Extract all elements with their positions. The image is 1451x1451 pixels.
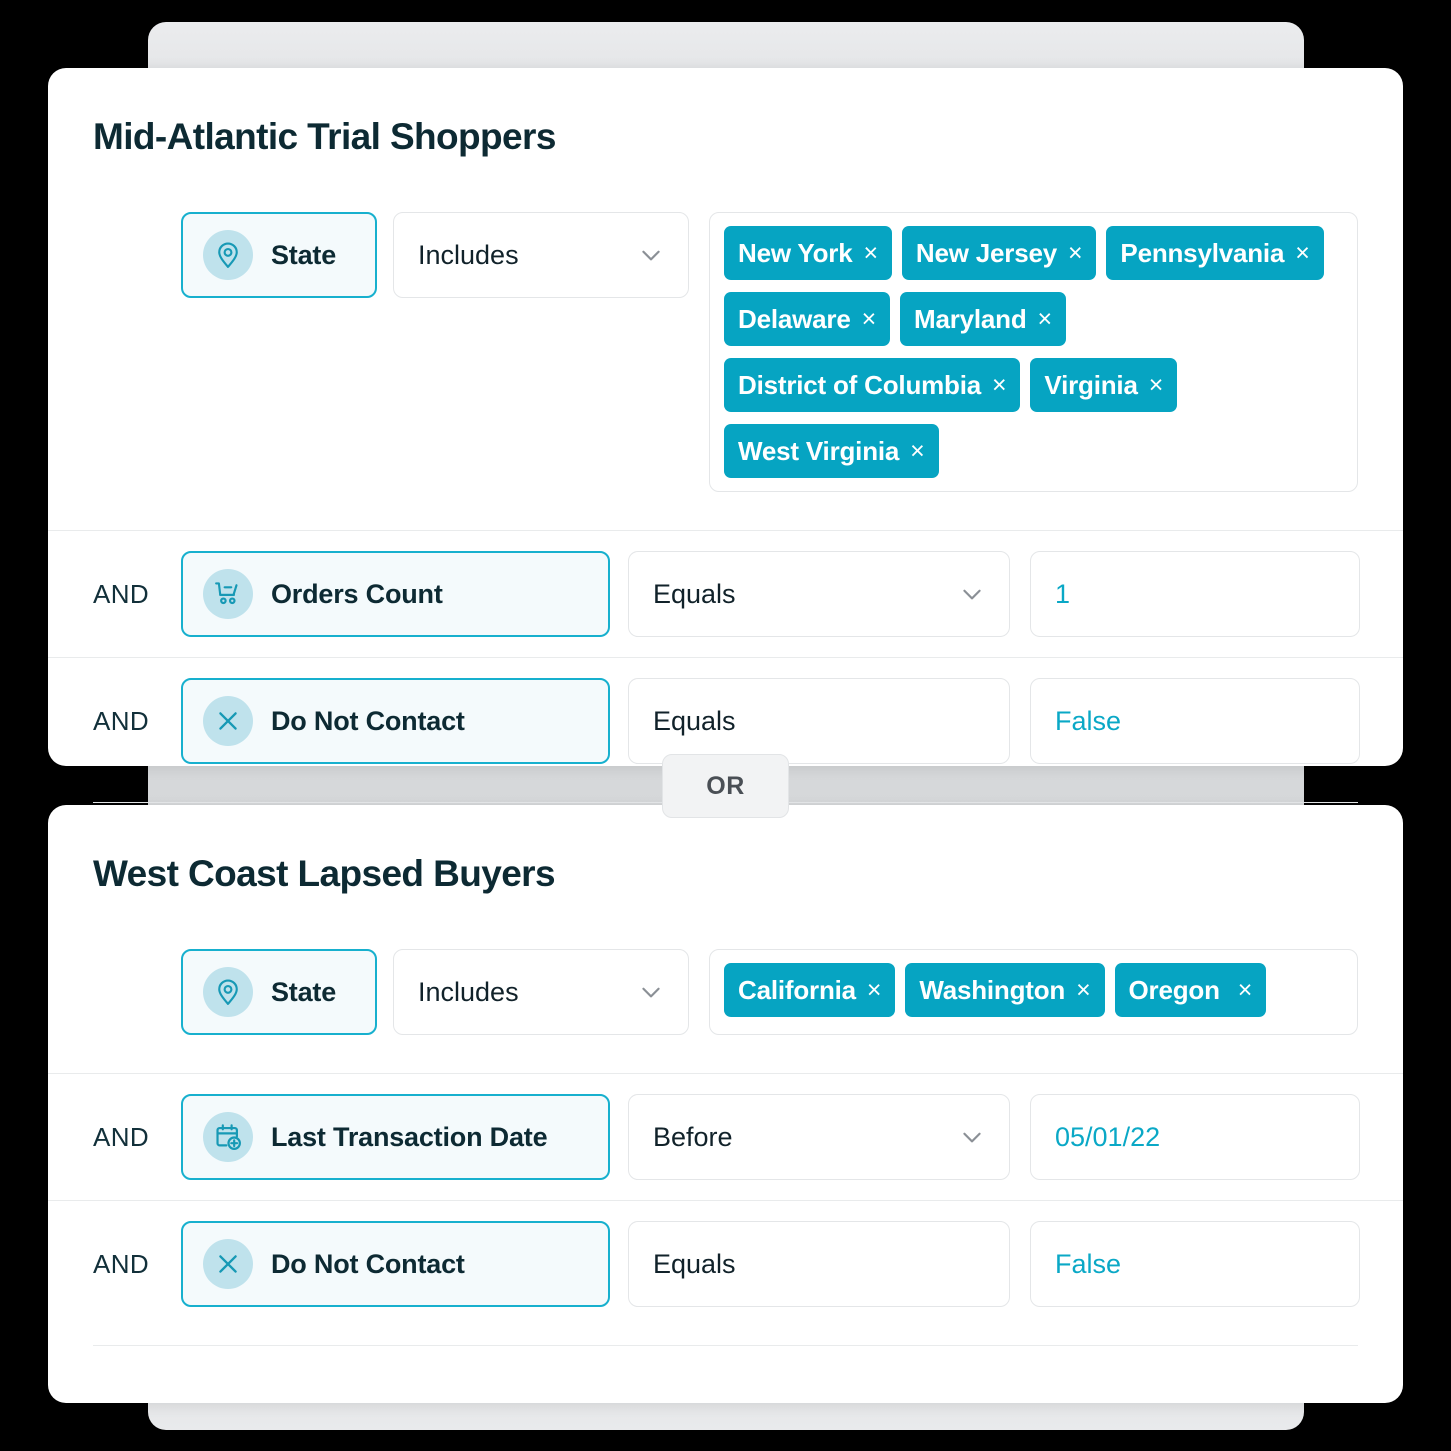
rule-row: State Includes New York × New Jersey × Pen…	[48, 192, 1403, 512]
tag-chip[interactable]: New Jersey ×	[902, 226, 1097, 280]
value-input[interactable]: False	[1030, 678, 1360, 764]
tag-label: Maryland	[914, 304, 1027, 335]
chevron-down-icon	[959, 1124, 985, 1150]
value-input[interactable]: False	[1030, 1221, 1360, 1307]
tag-label: West Virginia	[738, 436, 899, 467]
operator-select[interactable]: Equals	[628, 678, 1010, 764]
tag-input-states[interactable]: California × Washington × Oregon ×	[709, 949, 1358, 1035]
tag-label: Oregon	[1129, 975, 1220, 1006]
shopping-cart-icon	[203, 569, 253, 619]
value-text: 1	[1055, 579, 1070, 610]
chevron-down-icon	[959, 581, 985, 607]
conjunction-label: AND	[93, 678, 181, 764]
field-label: Do Not Contact	[271, 706, 465, 737]
row-spacer	[48, 1055, 1403, 1073]
tag-input-states[interactable]: New York × New Jersey × Pennsylvania × Dela…	[709, 212, 1358, 492]
value-text: False	[1055, 706, 1121, 737]
tag-chip[interactable]: Virginia ×	[1030, 358, 1177, 412]
field-label: Last Transaction Date	[271, 1122, 547, 1153]
field-selector-last-transaction-date[interactable]: Last Transaction Date	[181, 1094, 610, 1180]
conjunction-label: AND	[93, 1094, 181, 1180]
field-selector-do-not-contact[interactable]: Do Not Contact	[181, 678, 610, 764]
calendar-plus-icon	[203, 1112, 253, 1162]
rule-row: AND Last Transaction Date Before	[48, 1073, 1403, 1200]
remove-tag-icon[interactable]: ×	[1295, 241, 1309, 266]
tag-chip[interactable]: New York ×	[724, 226, 892, 280]
tag-chip[interactable]: Oregon ×	[1115, 963, 1267, 1017]
remove-tag-icon[interactable]: ×	[1038, 307, 1052, 332]
remove-tag-icon[interactable]: ×	[910, 439, 924, 464]
tag-label: District of Columbia	[738, 370, 981, 401]
row-spacer	[48, 1327, 1403, 1345]
remove-tag-icon[interactable]: ×	[992, 373, 1006, 398]
value-input[interactable]: 1	[1030, 551, 1360, 637]
tag-chip[interactable]: California ×	[724, 963, 895, 1017]
tag-label: Pennsylvania	[1120, 238, 1284, 269]
field-label: Orders Count	[271, 579, 443, 610]
field-selector-state[interactable]: State	[181, 949, 377, 1035]
remove-tag-icon[interactable]: ×	[867, 978, 881, 1003]
remove-tag-icon[interactable]: ×	[1076, 978, 1090, 1003]
tag-label: California	[738, 975, 856, 1006]
conjunction-label: AND	[93, 1221, 181, 1307]
operator-select[interactable]: Equals	[628, 1221, 1010, 1307]
row-divider	[93, 1345, 1358, 1346]
operator-select[interactable]: Includes	[393, 949, 689, 1035]
tag-label: Washington	[919, 975, 1065, 1006]
close-x-icon	[203, 1239, 253, 1289]
operator-value: Equals	[653, 706, 736, 737]
tag-chip[interactable]: Delaware ×	[724, 292, 890, 346]
rule-row: AND Do Not Contact Equals False	[48, 1200, 1403, 1327]
field-label: State	[271, 977, 336, 1008]
page-title: Mid-Atlantic Trial Shoppers	[48, 68, 1403, 192]
tag-label: Delaware	[738, 304, 851, 335]
tag-label: New Jersey	[916, 238, 1057, 269]
tag-label: Virginia	[1044, 370, 1137, 401]
operator-value: Before	[653, 1122, 733, 1153]
field-selector-state[interactable]: State	[181, 212, 377, 298]
or-label: OR	[706, 772, 745, 801]
operator-value: Includes	[418, 977, 519, 1008]
value-text: False	[1055, 1249, 1121, 1280]
rule-group-card-2: West Coast Lapsed Buyers State Includes …	[48, 805, 1403, 1403]
conjunction-label: AND	[93, 551, 181, 637]
chevron-down-icon	[638, 979, 664, 1005]
row-spacer	[48, 512, 1403, 530]
operator-select[interactable]: Equals	[628, 551, 1010, 637]
page-title: West Coast Lapsed Buyers	[48, 805, 1403, 929]
tag-chip[interactable]: District of Columbia ×	[724, 358, 1020, 412]
field-label: Do Not Contact	[271, 1249, 465, 1280]
rule-group-card-1: Mid-Atlantic Trial Shoppers State Includ…	[48, 68, 1403, 766]
segment-builder-root: Mid-Atlantic Trial Shoppers State Includ…	[0, 0, 1451, 1451]
operator-value: Equals	[653, 1249, 736, 1280]
tag-chip[interactable]: West Virginia ×	[724, 424, 939, 478]
location-pin-icon	[203, 967, 253, 1017]
rule-row: State Includes California × Washington × O…	[48, 929, 1403, 1055]
field-label: State	[271, 240, 336, 271]
remove-tag-icon[interactable]: ×	[1068, 241, 1082, 266]
close-x-icon	[203, 696, 253, 746]
or-divider-chip[interactable]: OR	[662, 754, 789, 818]
operator-value: Equals	[653, 579, 736, 610]
remove-tag-icon[interactable]: ×	[862, 307, 876, 332]
value-text: 05/01/22	[1055, 1122, 1160, 1153]
tag-label: New York	[738, 238, 853, 269]
remove-tag-icon[interactable]: ×	[1238, 978, 1252, 1003]
tag-chip[interactable]: Pennsylvania ×	[1106, 226, 1323, 280]
operator-select[interactable]: Before	[628, 1094, 1010, 1180]
field-selector-orders-count[interactable]: Orders Count	[181, 551, 610, 637]
chevron-down-icon	[638, 242, 664, 268]
operator-value: Includes	[418, 240, 519, 271]
rule-row: AND Orders Count Equals 1	[48, 530, 1403, 657]
operator-select[interactable]: Includes	[393, 212, 689, 298]
location-pin-icon	[203, 230, 253, 280]
remove-tag-icon[interactable]: ×	[1149, 373, 1163, 398]
tag-chip[interactable]: Maryland ×	[900, 292, 1066, 346]
value-input[interactable]: 05/01/22	[1030, 1094, 1360, 1180]
tag-chip[interactable]: Washington ×	[905, 963, 1104, 1017]
remove-tag-icon[interactable]: ×	[864, 241, 878, 266]
field-selector-do-not-contact[interactable]: Do Not Contact	[181, 1221, 610, 1307]
